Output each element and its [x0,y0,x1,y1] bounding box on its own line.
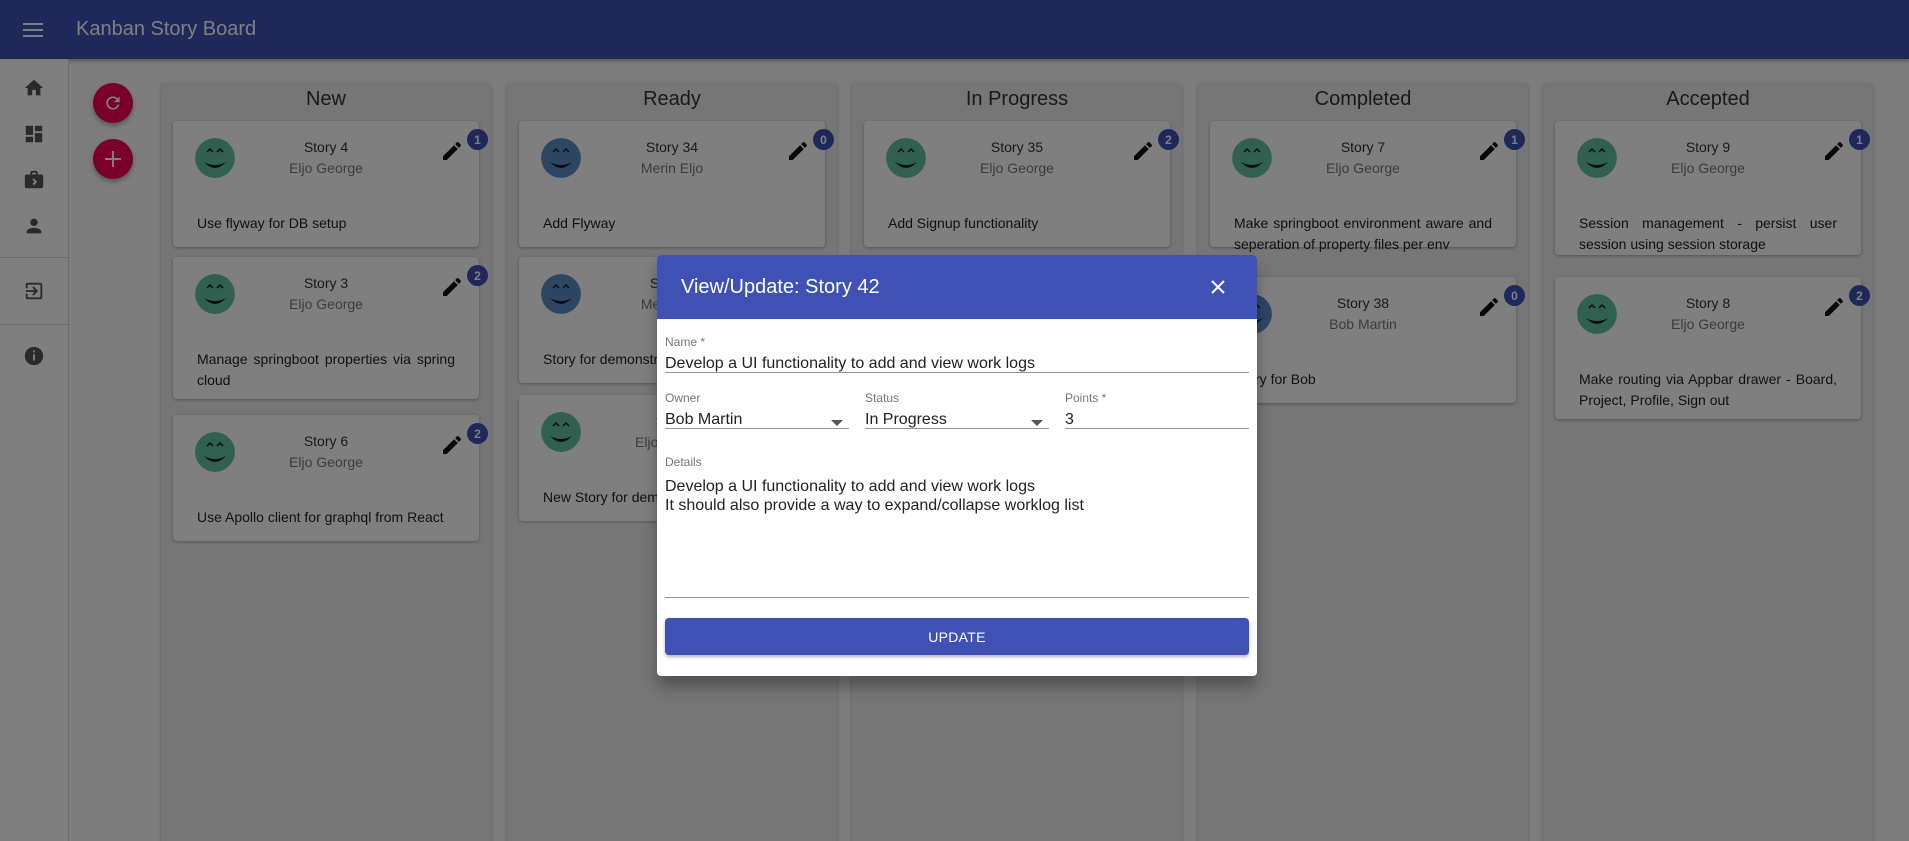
status-underline [865,428,1049,429]
owner-label: Owner [665,391,701,405]
owner-value[interactable]: Bob Martin [665,411,849,429]
details-textarea[interactable]: Develop a UI functionality to add and vi… [665,477,1249,515]
points-underline [1065,428,1249,429]
name-field[interactable]: Name * Develop a UI functionality to add… [665,335,1249,373]
chevron-down-icon [1031,420,1043,426]
points-label: Points * [1065,391,1107,405]
details-underline [665,597,1249,598]
close-button[interactable] [1203,272,1233,302]
owner-select[interactable]: Owner Bob Martin [665,391,849,429]
status-value[interactable]: In Progress [865,411,1049,429]
close-icon [1211,280,1225,294]
name-underline [665,372,1249,373]
name-label: Name * [665,335,706,349]
details-field[interactable]: Details Develop a UI functionality to ad… [665,455,1249,598]
chevron-down-icon [831,420,843,426]
details-label: Details [665,455,702,469]
status-select[interactable]: Status In Progress [865,391,1049,429]
status-label: Status [865,391,900,405]
dialog-title: View/Update: Story 42 [681,275,880,298]
update-button[interactable]: UPDATE [665,618,1249,655]
owner-underline [665,428,849,429]
story-dialog: View/Update: Story 42 Name * Develop a U… [657,255,1257,676]
name-input[interactable]: Develop a UI functionality to add and vi… [665,355,1249,373]
details-line: It should also provide a way to expand/c… [665,497,1084,514]
points-input[interactable]: 3 [1065,411,1249,429]
dialog-header: View/Update: Story 42 [657,255,1257,319]
details-line: Develop a UI functionality to add and vi… [665,478,1035,495]
points-field[interactable]: Points * 3 [1065,391,1249,429]
